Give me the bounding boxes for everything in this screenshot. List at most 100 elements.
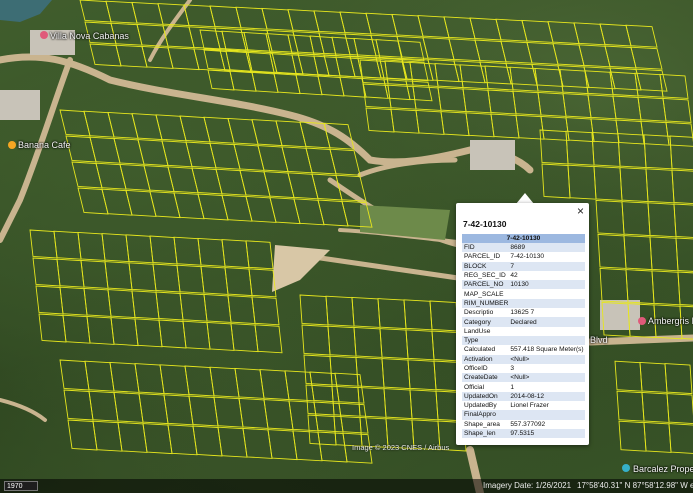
parcel-outline bbox=[80, 259, 109, 289]
parcel-outline bbox=[305, 147, 337, 175]
parcel-outline bbox=[643, 421, 672, 453]
attribute-row: Calculated 557.418 Square Meter(s) bbox=[462, 345, 585, 355]
attribute-row: FID 8689 bbox=[462, 243, 585, 253]
attribute-key: UpdatedBy bbox=[462, 401, 509, 411]
parcel-outline bbox=[86, 315, 115, 345]
parcel-outline bbox=[353, 326, 383, 358]
attribute-row: PARCEL_ID 7-42-10130 bbox=[462, 252, 585, 262]
parcel-outline bbox=[182, 320, 211, 350]
parcel-outline bbox=[440, 111, 470, 137]
parcel-outline bbox=[338, 402, 369, 434]
attribute-row: RIM_NUMBER bbox=[462, 298, 585, 309]
parcel-outline bbox=[597, 233, 627, 269]
parcel-outline bbox=[625, 269, 655, 305]
parcel-outline bbox=[327, 325, 357, 357]
parcel-outline bbox=[309, 371, 340, 403]
parcel-outline bbox=[59, 359, 90, 391]
parcel-outline bbox=[101, 188, 133, 216]
parcel-outline bbox=[233, 143, 265, 171]
parcel-outline bbox=[161, 140, 193, 168]
attribute-value: 7 bbox=[508, 261, 585, 271]
villa-nova-cabanas-label[interactable]: Villa Nova Cabanas bbox=[50, 31, 129, 41]
parcel-outline bbox=[89, 136, 121, 164]
parcel-outline bbox=[673, 203, 693, 238]
parcel-outline bbox=[92, 420, 123, 452]
parcel-outline bbox=[84, 360, 115, 392]
barcalez-pin[interactable] bbox=[622, 464, 630, 472]
parcel-outline bbox=[429, 300, 459, 332]
parcel-outline bbox=[134, 363, 165, 395]
attribute-key: Official bbox=[462, 382, 509, 392]
parcel-outline bbox=[109, 361, 140, 393]
parcel-outline bbox=[152, 263, 181, 293]
dirt-roads bbox=[0, 0, 693, 493]
parcel-outline bbox=[669, 135, 693, 171]
parcel-outline bbox=[651, 270, 681, 306]
parcel-outline bbox=[242, 427, 273, 459]
parcel-outline bbox=[590, 118, 620, 144]
parcel-outline bbox=[269, 197, 301, 225]
parcel-outline bbox=[381, 358, 411, 390]
attribute-row: CreateDate <Null> bbox=[462, 373, 585, 383]
parcel-outline bbox=[137, 139, 169, 167]
parcel-outline bbox=[197, 237, 226, 267]
parcel-outline bbox=[119, 163, 151, 191]
parcel-outline bbox=[299, 294, 329, 326]
parcel-outline bbox=[281, 146, 313, 174]
parcel-outline bbox=[541, 163, 571, 199]
parcel-outline bbox=[647, 202, 677, 238]
parcel-outline bbox=[67, 419, 98, 451]
parcel-outline bbox=[77, 231, 106, 261]
parcel-outline bbox=[245, 240, 274, 270]
parcel-outline bbox=[292, 430, 323, 462]
parcel-outline bbox=[209, 142, 241, 170]
parcel-outline bbox=[313, 401, 344, 433]
barcalez-property-label[interactable]: Barcalez Property bbox=[633, 464, 693, 474]
attribute-value bbox=[508, 335, 585, 346]
parcel-outline bbox=[138, 393, 169, 425]
satellite-map[interactable]: Villa Nova Cabanas Banana Cafe Ambergris… bbox=[0, 0, 693, 493]
parcel-outline bbox=[224, 267, 253, 297]
parcel-outline bbox=[384, 60, 414, 86]
parcel-outline bbox=[230, 323, 259, 353]
attribute-table-header: 7-42-10130 bbox=[462, 234, 585, 243]
historical-imagery-slider[interactable]: 1970 bbox=[4, 481, 38, 491]
parcel-outline bbox=[267, 429, 298, 461]
parcel-outline bbox=[540, 115, 570, 141]
attribute-value: 97.5315 bbox=[508, 428, 585, 439]
grass-field bbox=[360, 205, 450, 240]
attribute-key: UpdatedOn bbox=[462, 391, 509, 402]
parcel-outline bbox=[176, 264, 205, 294]
parcel-outline bbox=[257, 145, 289, 173]
parcel-outline bbox=[53, 230, 82, 260]
parcel-outline bbox=[191, 167, 223, 195]
ambergris-label[interactable]: Ambergris I bbox=[648, 316, 693, 326]
parcel-outline bbox=[227, 117, 259, 145]
attribute-value: 10130 bbox=[508, 280, 585, 290]
parcel-outline bbox=[637, 96, 667, 122]
parcel-outline bbox=[640, 120, 670, 146]
attribute-key: MAP_SCALE bbox=[462, 289, 509, 299]
parcel-outline bbox=[465, 112, 495, 138]
parcel-outline bbox=[59, 286, 88, 316]
cursor-coordinates: 17°58'40.31" N 87°58'12.98" W ele bbox=[577, 481, 693, 490]
close-icon[interactable]: × bbox=[577, 205, 584, 217]
parcel-outline bbox=[412, 85, 442, 111]
parcel-outline bbox=[615, 119, 645, 145]
ambergris-pin[interactable] bbox=[638, 317, 646, 325]
parcel-outline bbox=[167, 166, 199, 194]
attribute-row: OfficeID 3 bbox=[462, 363, 585, 374]
attribute-key: BLOCK bbox=[462, 261, 509, 271]
banana-cafe-pin[interactable] bbox=[8, 141, 16, 149]
parcel-outline bbox=[251, 119, 283, 147]
parcel-outline bbox=[284, 370, 315, 402]
parcel-outline bbox=[401, 60, 429, 82]
villa-nova-pin[interactable] bbox=[40, 31, 48, 39]
parcel-outline bbox=[645, 168, 675, 204]
parcel-outline bbox=[634, 72, 664, 98]
parcel-outline bbox=[173, 192, 205, 220]
parcel-outline bbox=[599, 267, 629, 303]
parcel-outline bbox=[263, 399, 294, 431]
parcel-outline bbox=[63, 389, 94, 421]
banana-cafe-label[interactable]: Banana Cafe bbox=[18, 140, 71, 150]
